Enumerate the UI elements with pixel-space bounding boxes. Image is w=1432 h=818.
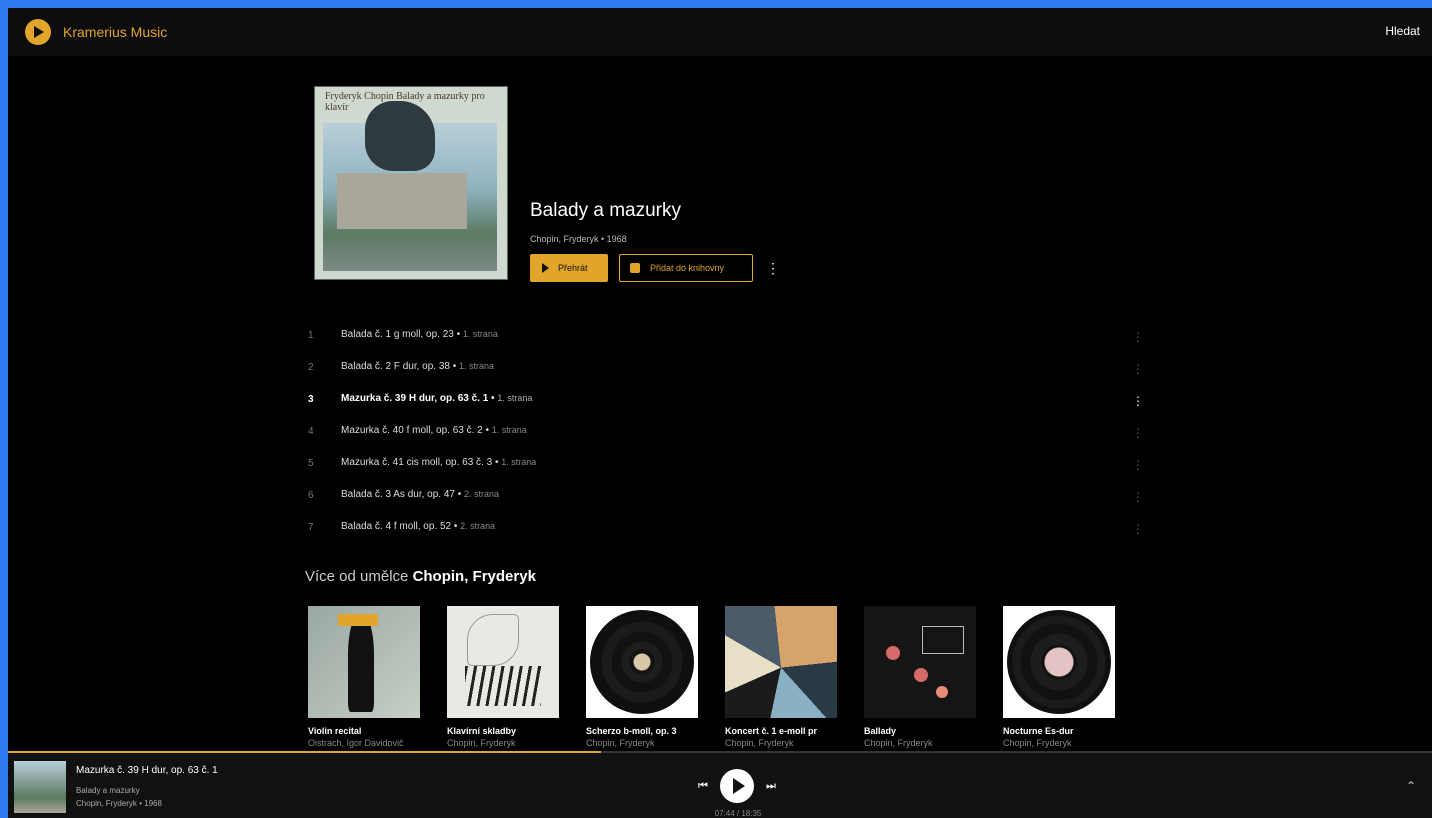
track-row[interactable]: 6 Balada č. 3 As dur, op. 47 • 2. strana… xyxy=(308,482,1144,512)
card-title: Klavírní skladby xyxy=(447,726,517,736)
search-link[interactable]: Hledat xyxy=(1385,24,1420,38)
app-title[interactable]: Kramerius Music xyxy=(63,24,167,40)
track-title: Balada č. 2 F dur, op. 38 • 1. strana xyxy=(341,361,495,372)
track-title: Balada č. 1 g moll, op. 23 • 1. strana xyxy=(341,329,498,340)
progress-fill xyxy=(8,751,602,753)
track-side: 1. strana xyxy=(462,329,498,339)
add-to-library-button[interactable]: Přidat do knihovny xyxy=(619,254,753,282)
card-title: Ballady xyxy=(864,726,897,736)
more-artist-link[interactable]: Chopin, Fryderyk xyxy=(413,568,536,585)
track-side: 2. strana xyxy=(464,489,500,499)
card-artist: Oistrach, Igor Davidovič xyxy=(308,738,404,748)
skip-next-icon[interactable]: ⏭ xyxy=(764,779,778,793)
now-playing-artist[interactable]: Chopin, Fryderyk • 1968 xyxy=(76,799,162,808)
play-album-button[interactable]: Přehrát xyxy=(530,254,608,282)
play-label: Přehrát xyxy=(558,263,588,273)
album-cover: Fryderyk Chopin Balady a mazurky pro kla… xyxy=(314,86,508,280)
album-meta[interactable]: Chopin, Fryderyk • 1968 xyxy=(530,234,627,244)
album-card-cover xyxy=(447,606,559,718)
track-row[interactable]: 5 Mazurka č. 41 cis moll, op. 63 č. 3 • … xyxy=(308,450,1144,480)
track-row-playing[interactable]: 3 Mazurka č. 39 H dur, op. 63 č. 1 • 1. … xyxy=(308,386,1144,416)
card-artist: Chopin, Fryderyk xyxy=(864,738,933,748)
play-logo-icon[interactable] xyxy=(25,19,51,45)
track-number: 1 xyxy=(308,330,314,341)
track-title: Balada č. 4 f moll, op. 52 • 2. strana xyxy=(341,521,496,532)
track-number: 6 xyxy=(308,490,314,501)
track-more-icon[interactable]: ⋮ xyxy=(1132,393,1144,409)
track-title: Balada č. 3 As dur, op. 47 • 2. strana xyxy=(341,489,500,500)
play-icon xyxy=(733,778,745,794)
album-card-cover xyxy=(725,606,837,718)
playback-time: 07:44 / 18:35 xyxy=(714,809,762,818)
track-row[interactable]: 7 Balada č. 4 f moll, op. 52 • 2. strana… xyxy=(308,514,1144,544)
album-card-cover xyxy=(1003,606,1115,718)
album-card[interactable]: Ballady Chopin, Fryderyk xyxy=(864,606,976,748)
playback-progress[interactable] xyxy=(8,751,1432,753)
album-card[interactable]: Violin recital Oistrach, Igor Davidovič xyxy=(308,606,420,748)
vinyl-record-icon xyxy=(1007,610,1111,714)
track-title: Mazurka č. 39 H dur, op. 63 č. 1 • 1. st… xyxy=(341,393,533,404)
track-more-icon[interactable]: ⋮ xyxy=(1132,361,1144,377)
track-side: 1. strana xyxy=(497,393,533,403)
skip-previous-icon[interactable]: ⏮ xyxy=(696,779,710,793)
play-pause-button[interactable] xyxy=(720,769,754,803)
album-title: Balady a mazurky xyxy=(530,200,682,221)
library-add-icon xyxy=(630,263,640,273)
now-playing-cover[interactable] xyxy=(14,761,66,813)
play-icon xyxy=(542,263,549,273)
track-more-icon[interactable]: ⋮ xyxy=(1132,457,1144,473)
top-bar: Kramerius Music Hledat xyxy=(8,8,1432,56)
player-bar: Mazurka č. 39 H dur, op. 63 č. 1 Balady … xyxy=(8,751,1432,818)
card-title: Violin recital xyxy=(308,726,362,736)
card-artist: Chopin, Fryderyk xyxy=(586,738,655,748)
track-number: 5 xyxy=(308,458,314,469)
album-card[interactable]: Nocturne Es-dur Chopin, Fryderyk xyxy=(1003,606,1115,748)
card-title: Scherzo b-moll, op. 3 xyxy=(586,726,677,736)
track-side: 2. strana xyxy=(460,521,496,531)
now-playing-title: Mazurka č. 39 H dur, op. 63 č. 1 xyxy=(76,765,218,776)
add-label: Přidat do knihovny xyxy=(650,263,725,273)
album-card-cover xyxy=(308,606,420,718)
track-more-icon[interactable]: ⋮ xyxy=(1132,425,1144,441)
album-card-cover xyxy=(586,606,698,718)
album-card[interactable]: Klavírní skladby Chopin, Fryderyk xyxy=(447,606,559,748)
more-from-artist-heading: Více od umělce Chopin, Fryderyk xyxy=(305,568,536,585)
album-card-cover xyxy=(864,606,976,718)
track-number: 2 xyxy=(308,362,314,373)
cover-text: Fryderyk Chopin Balady a mazurky pro kla… xyxy=(325,91,485,113)
track-title: Mazurka č. 40 f moll, op. 63 č. 2 • 1. s… xyxy=(341,425,527,436)
track-title: Mazurka č. 41 cis moll, op. 63 č. 3 • 1.… xyxy=(341,457,537,468)
track-row[interactable]: 1 Balada č. 1 g moll, op. 23 • 1. strana… xyxy=(308,322,1144,352)
card-title: Koncert č. 1 e-moll pr xyxy=(725,726,818,736)
track-more-icon[interactable]: ⋮ xyxy=(1132,329,1144,345)
track-row[interactable]: 2 Balada č. 2 F dur, op. 38 • 1. strana … xyxy=(308,354,1144,384)
track-side: 1. strana xyxy=(459,361,495,371)
album-card[interactable]: Koncert č. 1 e-moll pr Chopin, Fryderyk xyxy=(725,606,837,748)
track-more-icon[interactable]: ⋮ xyxy=(1132,489,1144,505)
album-more-icon[interactable]: ⋮ xyxy=(766,260,780,276)
now-playing-album[interactable]: Balady a mazurky xyxy=(76,786,140,795)
card-title: Nocturne Es-dur xyxy=(1003,726,1074,736)
track-number: 3 xyxy=(308,394,314,405)
card-artist: Chopin, Fryderyk xyxy=(447,738,516,748)
track-number: 4 xyxy=(308,426,314,437)
vinyl-record-icon xyxy=(590,610,694,714)
app-window: Kramerius Music Hledat Fryderyk Chopin B… xyxy=(8,8,1432,818)
chevron-up-icon[interactable]: ⌃ xyxy=(1404,779,1418,793)
card-artist: Chopin, Fryderyk xyxy=(725,738,794,748)
album-card[interactable]: Scherzo b-moll, op. 3 Chopin, Fryderyk xyxy=(586,606,698,748)
track-side: 1. strana xyxy=(491,425,527,435)
track-number: 7 xyxy=(308,522,314,533)
cover-pedestal xyxy=(337,173,467,229)
track-more-icon[interactable]: ⋮ xyxy=(1132,521,1144,537)
track-side: 1. strana xyxy=(501,457,537,467)
card-artist: Chopin, Fryderyk xyxy=(1003,738,1072,748)
track-row[interactable]: 4 Mazurka č. 40 f moll, op. 63 č. 2 • 1.… xyxy=(308,418,1144,448)
